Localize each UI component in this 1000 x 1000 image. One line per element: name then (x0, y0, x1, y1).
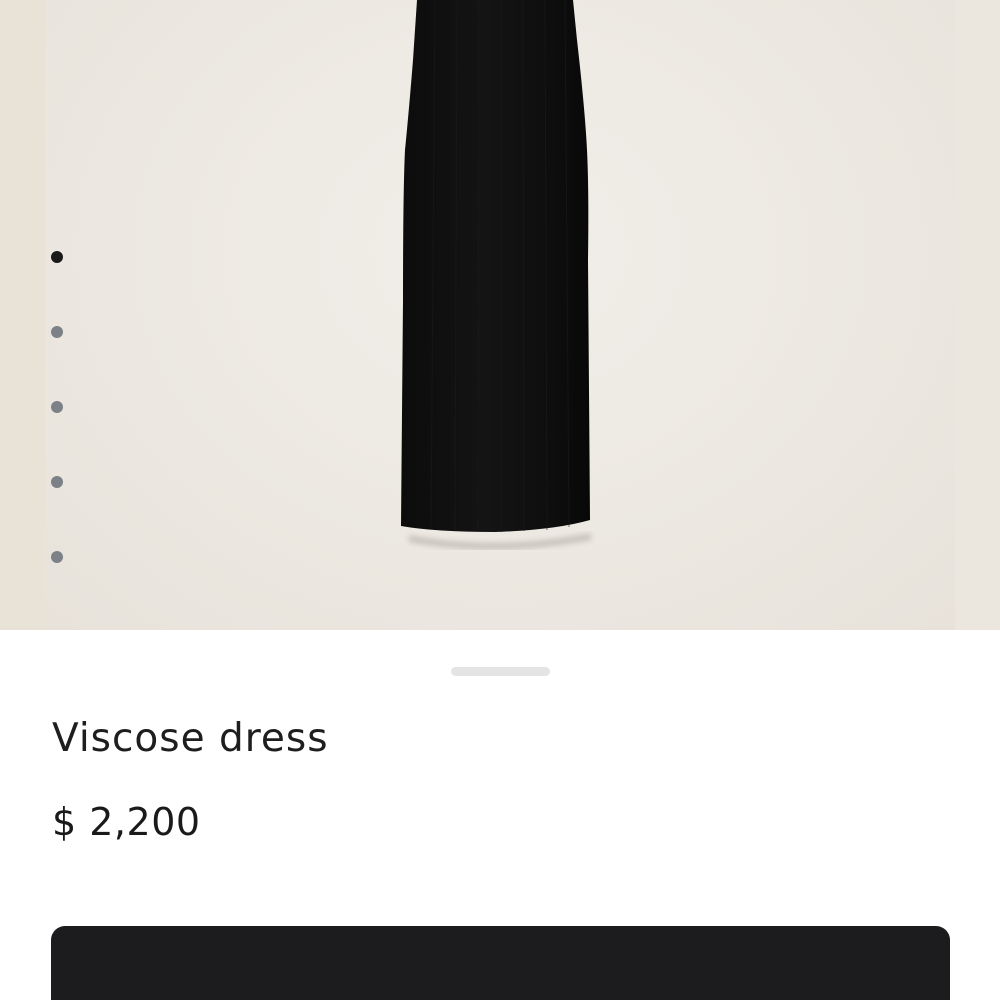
sheet-drag-handle[interactable] (451, 667, 550, 676)
product-price: $ 2,200 (52, 800, 201, 844)
add-to-bag-button[interactable] (51, 926, 950, 1000)
gallery-right-edge (955, 0, 1000, 630)
pagination-dot-2[interactable] (51, 326, 63, 338)
gallery-pagination (51, 251, 63, 571)
gallery-left-edge (0, 0, 45, 630)
product-info-sheet: Viscose dress $ 2,200 (0, 630, 1000, 1000)
pagination-dot-5[interactable] (51, 551, 63, 563)
product-image-gallery[interactable] (0, 0, 1000, 630)
pagination-dot-1[interactable] (51, 251, 63, 263)
pagination-dot-4[interactable] (51, 476, 63, 488)
pagination-dot-3[interactable] (51, 401, 63, 413)
dress-image (401, 0, 591, 550)
product-detail-screen: Viscose dress $ 2,200 (0, 0, 1000, 1000)
product-title: Viscose dress (52, 716, 329, 761)
